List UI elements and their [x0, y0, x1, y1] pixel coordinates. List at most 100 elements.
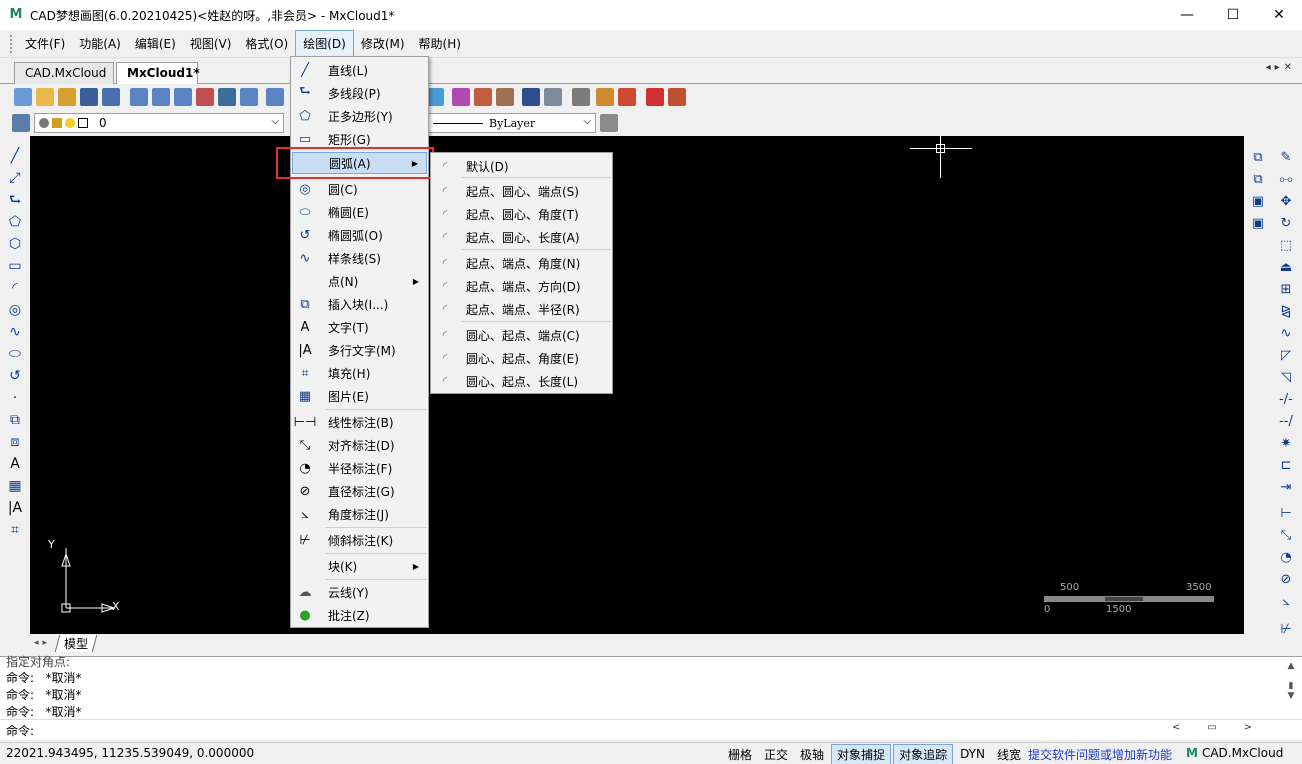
ucs-icon[interactable] — [218, 88, 236, 106]
zoom-window-icon[interactable] — [130, 88, 148, 106]
arc-center-start-length[interactable]: ◜ 圆心、起点、长度(L) — [432, 370, 611, 392]
array-icon[interactable]: ⊞ — [1278, 282, 1294, 298]
dyn-toggle[interactable]: DYN — [955, 746, 990, 762]
save-as-icon[interactable] — [102, 88, 120, 106]
oblique-dim-icon[interactable]: ⊬ — [1278, 622, 1294, 638]
menu-item-aligned-dim[interactable]: ⤡ 对齐标注(D) — [292, 434, 427, 456]
arc-start-end-direction[interactable]: ◜ 起点、端点、方向(D) — [432, 275, 611, 297]
menu-item-text[interactable]: A 文字(T) — [292, 316, 427, 338]
draw-order-back-icon[interactable]: ⧉ — [1250, 172, 1266, 188]
arc-start-center-angle[interactable]: ◜ 起点、圆心、角度(T) — [432, 203, 611, 225]
diameter-dim-icon[interactable]: ⊘ — [1278, 572, 1294, 588]
angle-dim-icon[interactable]: ⦣ — [1278, 594, 1294, 610]
menu-item-line[interactable]: ╱ 直线(L) — [292, 59, 427, 81]
brand[interactable]: M CAD.MxCloud — [1186, 746, 1283, 760]
zoom-realtime-icon[interactable] — [266, 88, 284, 106]
menu-item-circle[interactable]: ◎ 圆(C) — [292, 178, 427, 200]
osnap-toggle[interactable]: 对象捕捉 — [831, 743, 892, 764]
arc-start-center-length[interactable]: ◜ 起点、圆心、长度(A) — [432, 226, 611, 248]
menu-format[interactable]: 格式(O) — [238, 31, 295, 56]
export-image-icon[interactable] — [668, 88, 686, 106]
menu-item-polygon[interactable]: ⬠ 正多边形(Y) — [292, 105, 427, 127]
trim-icon[interactable]: -/- — [1278, 392, 1294, 408]
menu-item-comment[interactable]: ● 批注(Z) — [292, 604, 427, 626]
text-icon[interactable]: A — [7, 456, 23, 472]
polyline-icon[interactable]: ⮑ — [7, 192, 23, 208]
open-file-icon[interactable] — [36, 88, 54, 106]
arc-default[interactable]: ◜ 默认(D) — [432, 155, 611, 177]
chevron-down-icon[interactable]: ⌵ — [271, 116, 279, 127]
arc-center-start-angle[interactable]: ◜ 圆心、起点、角度(E) — [432, 347, 611, 369]
scale-icon[interactable]: ⬚ — [1278, 238, 1294, 254]
menu-item-oblique-dim[interactable]: ⊬ 倾斜标注(K) — [292, 529, 427, 551]
minimize-button[interactable]: — — [1164, 0, 1210, 30]
draw-order-above-icon[interactable]: ▣ — [1250, 194, 1266, 210]
extend-icon[interactable]: --/ — [1278, 414, 1294, 430]
line-icon[interactable]: ╱ — [7, 148, 23, 164]
aligned-dim-icon[interactable]: ⤡ — [1278, 528, 1294, 544]
break-icon[interactable]: ⊏ — [1278, 458, 1294, 474]
match-properties-icon[interactable] — [474, 88, 492, 106]
mirror-icon[interactable]: ⧎ — [1278, 304, 1294, 320]
layer-lock-icon[interactable] — [52, 118, 62, 128]
ortho-toggle[interactable]: 正交 — [759, 745, 793, 764]
radius-dim-icon[interactable]: ◔ — [1278, 550, 1294, 566]
layout-nav-icon[interactable]: ◂▸ — [34, 638, 51, 648]
draw-order-front-icon[interactable]: ⧉ — [1250, 150, 1266, 166]
menu-item-ellipse-arc[interactable]: ↺ 椭圆弧(O) — [292, 224, 427, 246]
arc-center-start-end[interactable]: ◜ 圆心、起点、端点(C) — [432, 324, 611, 346]
insert-block-icon[interactable]: ⧉ — [7, 412, 23, 428]
menubar-grip-icon[interactable] — [10, 34, 14, 53]
polygon-alt-icon[interactable]: ⬡ — [7, 236, 23, 252]
zoom-in-icon[interactable] — [174, 88, 192, 106]
menu-item-spline[interactable]: ∿ 样条线(S) — [292, 247, 427, 269]
grid-toggle[interactable]: 栅格 — [723, 745, 757, 764]
menu-item-point[interactable]: 点(N) ▶ — [292, 270, 427, 292]
close-button[interactable]: ✕ — [1256, 0, 1302, 30]
menu-item-radius-dim[interactable]: ◔ 半径标注(F) — [292, 457, 427, 479]
menu-item-ellipse[interactable]: ⬭ 椭圆(E) — [292, 201, 427, 223]
layer-select[interactable]: 0 ⌵ — [34, 113, 284, 133]
menu-item-insert-block[interactable]: ⧉ 插入块(I...) — [292, 293, 427, 315]
save-icon[interactable] — [80, 88, 98, 106]
stretch-icon[interactable]: ⏏ — [1278, 260, 1294, 276]
menu-item-revcloud[interactable]: ☁ 云线(Y) — [292, 581, 427, 603]
layer-visible-icon[interactable] — [39, 118, 49, 128]
print-icon[interactable] — [572, 88, 590, 106]
chamfer-icon[interactable]: ◹ — [1278, 370, 1294, 386]
ellipse-arc-icon[interactable]: ↺ — [7, 368, 23, 384]
layer-manager-icon[interactable] — [12, 114, 30, 132]
arc-start-center-end[interactable]: ◜ 起点、圆心、端点(S) — [432, 180, 611, 202]
construction-line-icon[interactable]: ⤢ — [7, 170, 23, 186]
menu-modify[interactable]: 修改(M) — [354, 31, 412, 56]
zoom-extents-icon[interactable] — [240, 88, 258, 106]
undo-icon[interactable] — [522, 88, 540, 106]
arc-start-end-angle[interactable]: ◜ 起点、端点、角度(N) — [432, 252, 611, 274]
menu-help[interactable]: 帮助(H) — [412, 31, 468, 56]
tab-mxcloud1[interactable]: MxCloud1* — [116, 62, 200, 84]
menu-item-mtext[interactable]: |A 多行文字(M) — [292, 339, 427, 361]
tab-nav-icon[interactable]: ◂▸✕ — [1266, 62, 1296, 73]
menu-draw[interactable]: 绘图(D) — [295, 30, 354, 57]
render-icon[interactable] — [596, 88, 614, 106]
layer-states-icon[interactable] — [496, 88, 514, 106]
properties-icon[interactable] — [452, 88, 470, 106]
chevron-down-icon[interactable]: ⌵ — [583, 116, 591, 127]
menu-function[interactable]: 功能(A) — [72, 31, 128, 56]
redo-icon[interactable] — [544, 88, 562, 106]
menu-view[interactable]: 视图(V) — [183, 31, 239, 56]
make-block-icon[interactable]: ⧈ — [7, 434, 23, 450]
offset-icon[interactable]: ∿ — [1278, 326, 1294, 342]
menu-item-hatch[interactable]: ⌗ 填充(H) — [292, 362, 427, 384]
draw-order-below-icon[interactable]: ▣ — [1250, 216, 1266, 232]
lineweight-toggle[interactable]: 线宽 — [992, 745, 1026, 764]
menu-item-polyline[interactable]: ⮑ 多线段(P) — [292, 82, 427, 104]
menu-item-block[interactable]: 块(K) ▶ — [292, 555, 427, 577]
menu-file[interactable]: 文件(F) — [18, 31, 72, 56]
maximize-button[interactable]: ☐ — [1210, 0, 1256, 30]
explode-icon[interactable]: ✷ — [1278, 436, 1294, 452]
pdf-icon[interactable] — [646, 88, 664, 106]
tab-model[interactable]: 模型 — [54, 634, 98, 652]
pan-icon[interactable] — [196, 88, 214, 106]
new-file-icon[interactable] — [14, 88, 32, 106]
